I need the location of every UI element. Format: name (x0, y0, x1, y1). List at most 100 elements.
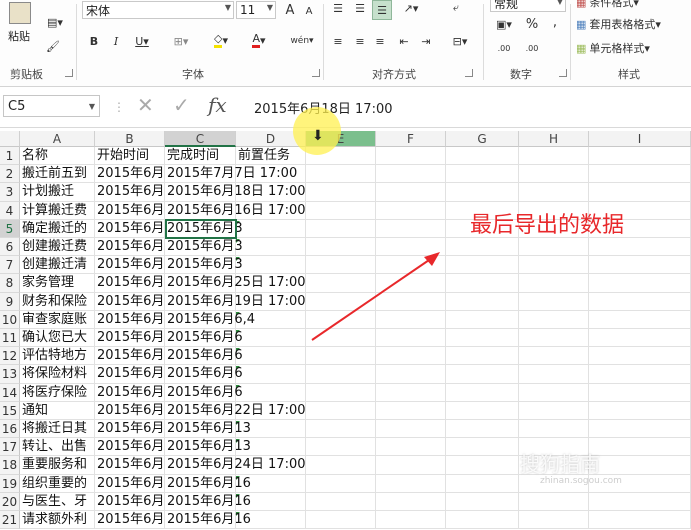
name-box[interactable]: C5 ▼ (3, 95, 100, 117)
table-cell[interactable]: 2015年6月 (95, 201, 165, 220)
table-cell[interactable] (589, 438, 691, 457)
row-header[interactable]: 13 (0, 365, 20, 384)
table-cell[interactable]: 计划搬迁 (20, 183, 95, 202)
table-cell[interactable] (589, 165, 691, 184)
column-header-f[interactable]: F (376, 131, 446, 147)
table-cell[interactable] (376, 456, 446, 475)
table-cell[interactable]: 2015年6月 (95, 511, 165, 530)
row-header[interactable]: 1 (0, 147, 20, 166)
row-header[interactable]: 9 (0, 292, 20, 311)
table-cell[interactable]: 2015年6月 (95, 456, 165, 475)
align-right-button[interactable]: ≡ (372, 33, 388, 49)
row-header[interactable]: 12 (0, 347, 20, 366)
bold-button[interactable]: B (86, 33, 102, 49)
table-cell[interactable]: 请求额外利 (20, 511, 95, 530)
table-cell[interactable] (376, 201, 446, 220)
table-cell[interactable] (306, 511, 376, 530)
table-cell[interactable] (376, 274, 446, 293)
font-size-select[interactable]: 11 ▼ (236, 1, 276, 19)
alignment-launcher-icon[interactable] (465, 69, 473, 77)
column-header-h[interactable]: H (519, 131, 589, 147)
table-cell[interactable] (589, 420, 691, 439)
table-cell[interactable] (446, 256, 519, 275)
row-header[interactable]: 2 (0, 165, 20, 184)
table-cell[interactable] (376, 347, 446, 366)
table-cell[interactable] (306, 183, 376, 202)
table-cell[interactable]: 2015年7月7日 17:00 (165, 165, 297, 184)
table-cell[interactable]: 2015年6月 (95, 329, 165, 348)
table-cell[interactable] (446, 401, 519, 420)
table-cell[interactable] (519, 238, 589, 257)
table-cell[interactable] (376, 238, 446, 257)
italic-button[interactable]: I (108, 33, 124, 49)
table-cell[interactable]: 2015年6月13 (165, 438, 251, 457)
table-cell[interactable] (589, 256, 691, 275)
number-launcher-icon[interactable] (559, 69, 567, 77)
table-cell[interactable]: 2015年6月 (95, 219, 165, 238)
table-cell[interactable]: 2015年6月13 (165, 420, 251, 439)
table-cell[interactable] (306, 329, 376, 348)
table-cell[interactable] (376, 219, 446, 238)
table-cell[interactable]: 2015年6月24日 17:00 (165, 456, 306, 475)
table-cell[interactable] (306, 201, 376, 220)
format-painter-button[interactable]: 🖌 (42, 38, 64, 54)
underline-button[interactable]: U ▾ (130, 33, 154, 49)
table-cell[interactable] (519, 147, 589, 166)
increase-decimal-button[interactable]: .00 (492, 40, 516, 56)
table-cell[interactable] (236, 329, 306, 348)
row-header[interactable]: 16 (0, 420, 20, 439)
table-cell[interactable] (519, 365, 589, 384)
number-format-select[interactable]: 常规 ▼ (490, 0, 566, 12)
row-header[interactable]: 21 (0, 511, 20, 530)
row-header[interactable]: 7 (0, 256, 20, 275)
font-name-select[interactable]: 宋体 ▼ (82, 1, 234, 19)
table-cell[interactable] (519, 274, 589, 293)
table-cell[interactable] (589, 238, 691, 257)
table-cell[interactable]: 2015年6月 (95, 474, 165, 493)
insert-function-icon[interactable]: fx (208, 93, 227, 117)
table-cell[interactable] (446, 165, 519, 184)
table-cell[interactable] (376, 165, 446, 184)
table-cell[interactable] (519, 511, 589, 530)
table-cell[interactable] (306, 256, 376, 275)
table-cell[interactable] (446, 383, 519, 402)
column-header-b[interactable]: B (95, 131, 165, 147)
percent-button[interactable]: % (524, 16, 540, 32)
table-cell[interactable] (446, 456, 519, 475)
table-cell[interactable]: 2015年6月 (95, 256, 165, 275)
table-cell[interactable] (446, 420, 519, 439)
table-cell[interactable] (519, 292, 589, 311)
table-cell[interactable]: 创建搬迁清 (20, 256, 95, 275)
table-cell[interactable] (519, 310, 589, 329)
table-cell[interactable] (519, 420, 589, 439)
table-cell[interactable]: 2015年6月 (95, 401, 165, 420)
table-cell[interactable] (376, 365, 446, 384)
paste-button[interactable]: 粘贴 (4, 0, 34, 58)
table-cell[interactable] (376, 492, 446, 511)
table-cell[interactable] (306, 274, 376, 293)
table-cell[interactable]: 2015年6月 (95, 347, 165, 366)
table-cell[interactable]: 2015年6月16日 17:00 (165, 201, 306, 220)
table-cell[interactable] (446, 511, 519, 530)
phonetic-button[interactable]: wén▾ (288, 32, 316, 50)
table-cell[interactable] (446, 238, 519, 257)
align-top-button[interactable]: ☰ (330, 0, 346, 16)
table-cell[interactable]: 2015年6月25日 17:00 (165, 274, 306, 293)
table-cell[interactable]: 确认您已大 (20, 329, 95, 348)
table-cell[interactable] (306, 401, 376, 420)
align-middle-button[interactable]: ☰ (352, 0, 368, 16)
table-cell[interactable]: 2015年6月16 (165, 474, 251, 493)
currency-button[interactable]: ▣▾ (492, 16, 516, 32)
table-cell[interactable] (589, 511, 691, 530)
table-cell[interactable] (236, 256, 306, 275)
table-cell[interactable] (376, 383, 446, 402)
table-cell[interactable]: 2015年6月 (95, 492, 165, 511)
cancel-icon[interactable]: ✕ (137, 93, 154, 117)
table-cell[interactable] (589, 347, 691, 366)
table-cell[interactable] (376, 420, 446, 439)
row-header[interactable]: 18 (0, 456, 20, 475)
table-cell[interactable]: 计算搬迁费 (20, 201, 95, 220)
table-cell[interactable] (446, 438, 519, 457)
table-cell[interactable]: 2015年6月 (95, 310, 165, 329)
table-cell[interactable] (589, 292, 691, 311)
